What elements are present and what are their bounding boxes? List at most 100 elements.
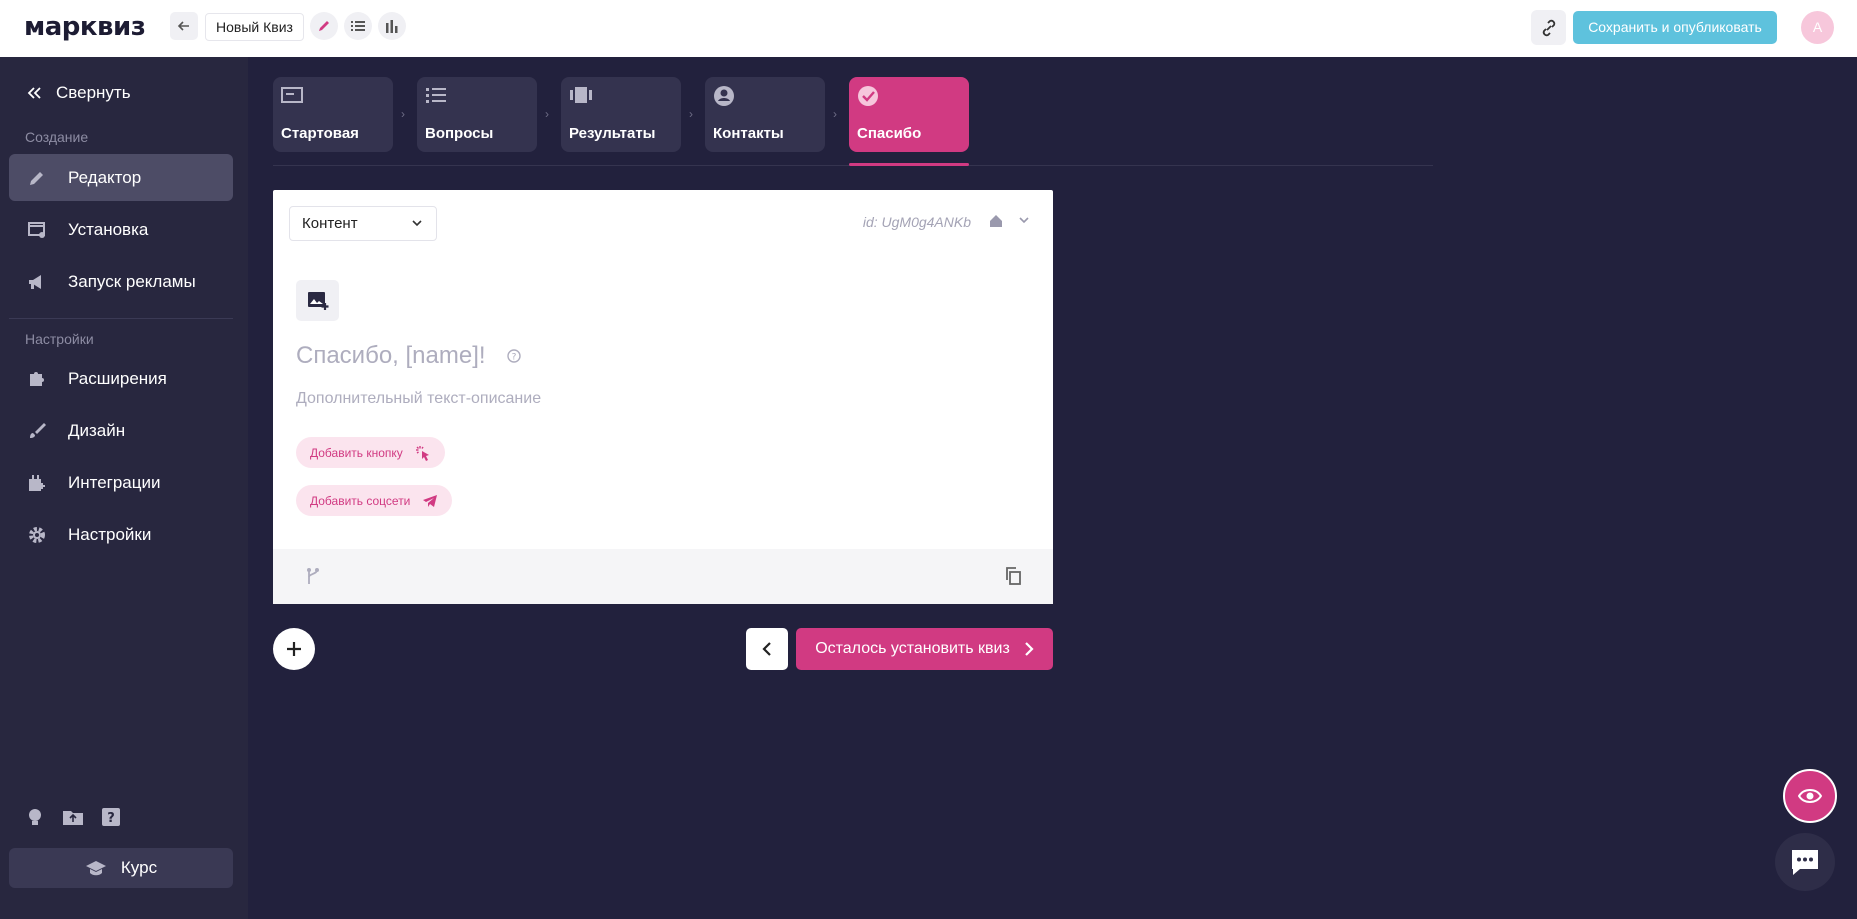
chevron-left-icon bbox=[762, 642, 771, 656]
sidebar-item-label: Запуск рекламы bbox=[68, 271, 196, 291]
gear-icon bbox=[26, 524, 48, 546]
chevron-right-icon bbox=[1025, 642, 1034, 656]
pill-label: Добавить кнопку bbox=[310, 445, 403, 460]
chevron-right-icon: › bbox=[545, 107, 549, 121]
sidebar-item-design[interactable]: Дизайн bbox=[9, 407, 233, 454]
questions-list-button[interactable] bbox=[344, 12, 372, 40]
sidebar-item-label: Расширения bbox=[68, 368, 167, 388]
tab-label: Спасибо bbox=[857, 125, 922, 142]
save-and-publish-button[interactable]: Сохранить и опубликовать bbox=[1573, 11, 1777, 44]
chevron-right-icon: › bbox=[833, 107, 837, 121]
chevron-down-icon[interactable] bbox=[1019, 217, 1029, 224]
chat-bubble-icon bbox=[1792, 850, 1818, 875]
back-arrow-button[interactable] bbox=[170, 12, 198, 40]
verified-check-icon bbox=[858, 86, 878, 106]
sidebar-bottom-icons: ? bbox=[24, 806, 122, 828]
description-text[interactable]: Дополнительный текст-описание bbox=[296, 390, 541, 408]
link-icon bbox=[1542, 19, 1555, 36]
add-social-button[interactable]: Добавить соцсети bbox=[296, 485, 453, 516]
sidebar-item-settings[interactable]: Настройки bbox=[9, 511, 233, 558]
collapse-sidebar-button[interactable]: Свернуть bbox=[26, 83, 131, 103]
sidebar-item-label: Дизайн bbox=[68, 420, 126, 440]
eye-icon bbox=[1798, 789, 1822, 803]
double-chevron-left-icon bbox=[27, 87, 41, 99]
plus-icon bbox=[287, 642, 301, 656]
active-tab-indicator bbox=[849, 163, 969, 166]
tab-start[interactable]: Стартовая bbox=[273, 77, 393, 152]
statistics-button[interactable] bbox=[378, 12, 406, 40]
bar-chart-icon bbox=[386, 20, 398, 33]
start-screen-icon bbox=[281, 87, 303, 103]
home-icon[interactable] bbox=[989, 214, 1003, 228]
sidebar-item-ads[interactable]: Запуск рекламы bbox=[9, 258, 233, 305]
avatar[interactable]: A bbox=[1801, 11, 1834, 44]
tab-questions[interactable]: Вопросы bbox=[417, 77, 537, 152]
lightbulb-icon[interactable] bbox=[24, 806, 46, 828]
support-chat-button[interactable] bbox=[1775, 833, 1835, 891]
copy-icon[interactable] bbox=[1005, 567, 1021, 585]
svg-text:?: ? bbox=[512, 353, 517, 363]
arrow-left-icon bbox=[177, 21, 189, 31]
sidebar-item-label: Интеграции bbox=[68, 472, 161, 492]
folder-upload-icon[interactable] bbox=[62, 806, 84, 828]
previous-step-button[interactable] bbox=[746, 628, 788, 670]
brush-icon bbox=[26, 420, 48, 442]
pill-label: Добавить соцсети bbox=[310, 493, 411, 508]
chevron-down-icon bbox=[412, 220, 422, 227]
megaphone-icon bbox=[26, 271, 48, 293]
puzzle-icon bbox=[26, 368, 48, 390]
quiz-name-field[interactable]: Новый Квиз bbox=[205, 13, 304, 41]
tab-label: Результаты bbox=[569, 125, 656, 142]
sidebar-item-label: Редактор bbox=[68, 167, 142, 187]
results-cards-icon bbox=[570, 87, 592, 103]
sidebar-item-integrations[interactable]: Интеграции bbox=[9, 459, 233, 506]
sidebar-item-label: Установка bbox=[68, 219, 149, 239]
tab-thanks[interactable]: Спасибо bbox=[849, 77, 969, 152]
collapse-label: Свернуть bbox=[56, 83, 131, 102]
pencil-icon bbox=[26, 167, 48, 189]
tab-label: Контакты bbox=[713, 125, 784, 142]
sidebar-item-label: Настройки bbox=[68, 524, 152, 544]
course-label: Курс bbox=[120, 858, 158, 877]
svg-text:?: ? bbox=[107, 811, 115, 826]
sidebar-item-install[interactable]: Установка bbox=[9, 206, 233, 253]
click-pointer-icon bbox=[415, 445, 429, 461]
account-circle-icon bbox=[714, 86, 734, 106]
add-button-button[interactable]: Добавить кнопку bbox=[296, 437, 445, 468]
add-image-button[interactable] bbox=[296, 280, 339, 321]
telegram-icon bbox=[423, 494, 438, 507]
sidebar-item-editor[interactable]: Редактор bbox=[9, 154, 233, 201]
logo[interactable]: марквиз bbox=[24, 12, 146, 42]
copy-link-button[interactable] bbox=[1531, 10, 1566, 45]
course-button[interactable]: Курс bbox=[9, 848, 233, 888]
section-label-settings: Настройки bbox=[25, 331, 94, 347]
section-label-create: Создание bbox=[25, 129, 89, 145]
add-photo-icon bbox=[307, 291, 328, 310]
integration-icon bbox=[26, 472, 48, 494]
thanks-title[interactable]: Спасибо, [name]! bbox=[296, 342, 486, 370]
tab-label: Вопросы bbox=[425, 125, 494, 142]
help-circle-icon[interactable]: ? bbox=[507, 349, 521, 363]
tab-results[interactable]: Результаты bbox=[561, 77, 681, 152]
next-step-button[interactable]: Осталось установить квиз bbox=[796, 628, 1053, 670]
list-icon bbox=[426, 88, 446, 103]
sidebar-item-extensions[interactable]: Расширения bbox=[9, 355, 233, 402]
branch-logic-icon[interactable] bbox=[306, 567, 320, 585]
graduation-cap-icon bbox=[85, 861, 106, 876]
pencil-icon bbox=[319, 21, 329, 31]
sidebar: Свернуть Создание Редактор Установка Зап… bbox=[0, 57, 248, 919]
edit-mode-button[interactable] bbox=[310, 12, 338, 40]
preview-button[interactable] bbox=[1783, 769, 1837, 823]
add-page-button[interactable] bbox=[273, 628, 315, 670]
tab-contacts[interactable]: Контакты bbox=[705, 77, 825, 152]
help-icon[interactable]: ? bbox=[100, 806, 122, 828]
list-icon bbox=[351, 21, 365, 31]
install-window-icon bbox=[26, 219, 48, 241]
chevron-right-icon: › bbox=[401, 107, 405, 121]
chevron-right-icon: › bbox=[689, 107, 693, 121]
page-id: id: UgM0g4ANKb bbox=[862, 214, 971, 230]
content-select[interactable]: Контент bbox=[289, 206, 437, 241]
sidebar-divider bbox=[9, 318, 233, 319]
select-value: Контент bbox=[302, 215, 358, 232]
next-label: Осталось установить квиз bbox=[815, 640, 1010, 657]
